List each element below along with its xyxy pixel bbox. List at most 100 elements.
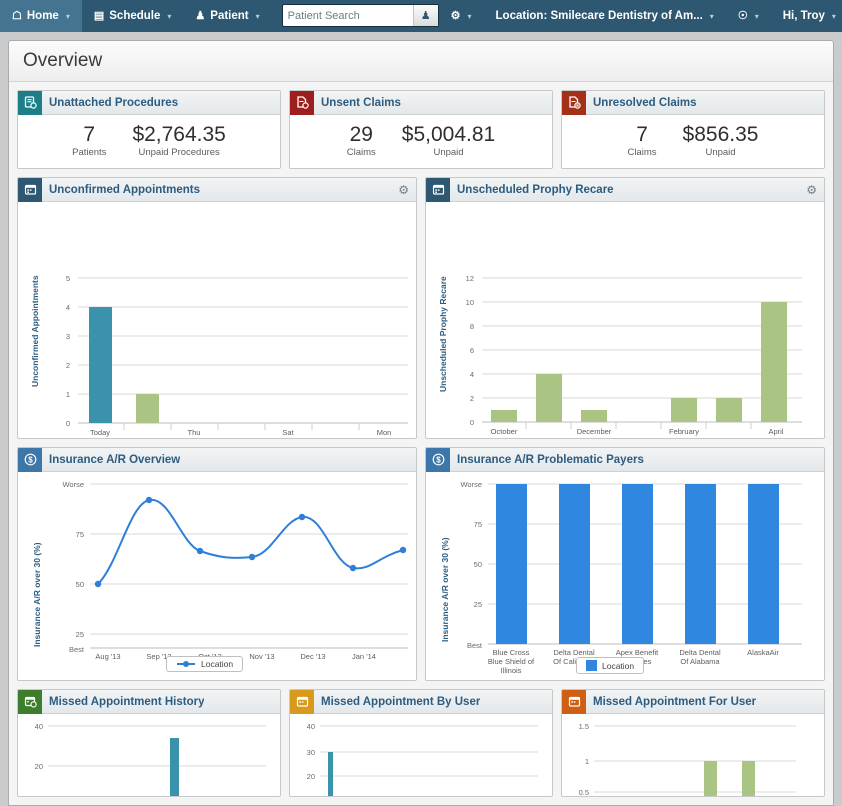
panel-title: Missed Appointment By User — [321, 695, 481, 708]
chart-legend[interactable]: Location — [576, 657, 645, 675]
nav-item-home[interactable]: ☖ Home ▾ — [0, 0, 82, 32]
svg-text:0: 0 — [66, 419, 70, 428]
panel-header: Missed Appointment History — [18, 690, 280, 715]
nav-item-patient[interactable]: ♟ Patient ▾ — [183, 0, 271, 32]
help-menu[interactable]: ☉ ▾ — [726, 0, 771, 32]
chart-missed-appointment-by-user: 40 30 20 — [290, 714, 552, 797]
chart-missed-appointment-history: 40 20 — [18, 714, 280, 797]
patient-search-box[interactable]: ♟ — [281, 4, 439, 27]
chart-insurance-ar-overview: Insurance A/R over 30 (%) Worse 75 50 25… — [18, 472, 416, 680]
gear-icon[interactable]: ⚙ — [806, 183, 817, 197]
bar — [716, 398, 742, 423]
content-card: Overview Unattached Procedures 7 Patient… — [8, 40, 834, 806]
stat-value: 29 — [349, 123, 373, 146]
patient-search-icon[interactable]: ♟ — [412, 5, 438, 26]
stat-value: $2,764.35 — [132, 123, 226, 146]
user-menu[interactable]: Hi, Troy ▾ — [771, 0, 842, 32]
calendar-icon — [426, 178, 450, 202]
panel-unconfirmed-appointments: Unconfirmed Appointments ⚙ Unconfirmed A… — [17, 177, 417, 440]
bar — [748, 484, 779, 645]
y-tick-labels: 12 10 8 6 4 2 0 — [466, 274, 474, 427]
stat-value: 7 — [636, 123, 648, 146]
stat-metric: 7 Patients — [72, 123, 106, 158]
stat-card-unattached-procedures[interactable]: Unattached Procedures 7 Patients $2,764.… — [17, 90, 281, 170]
calendar-icon — [18, 690, 42, 714]
svg-text:Best: Best — [467, 641, 483, 650]
location-selector[interactable]: Location: Smilecare Dentistry of Am... ▾ — [484, 0, 726, 32]
page-container: Overview Unattached Procedures 7 Patient… — [0, 32, 842, 806]
stat-metric: $856.35 Unpaid — [682, 123, 759, 159]
panel-header: $ Insurance A/R Overview — [18, 448, 416, 473]
nav-item-schedule-label: Schedule — [109, 10, 161, 22]
svg-text:50: 50 — [474, 560, 482, 569]
nav-item-schedule[interactable]: ▤ Schedule ▾ — [82, 0, 184, 32]
bar — [496, 484, 527, 645]
panel-missed-appointment-by-user: Missed Appointment By User 40 30 20 — [289, 689, 553, 798]
stat-value: $856.35 — [682, 123, 759, 146]
nav-item-home-label: Home — [26, 10, 59, 22]
y-axis-title: Insurance A/R over 30 (%) — [440, 537, 450, 642]
search-input[interactable] — [282, 5, 413, 26]
y-gridlines — [90, 483, 408, 635]
stat-card-unsent-claims[interactable]: Unsent Claims 29 Claims $5,004.81 Unpaid — [289, 90, 553, 170]
panel-title: Unscheduled Prophy Recare — [457, 183, 614, 196]
chevron-down-icon: ▾ — [467, 11, 472, 21]
bar — [559, 484, 590, 645]
bar — [581, 410, 607, 423]
bar — [136, 394, 159, 424]
bar — [328, 752, 333, 797]
person-icon: ♟ — [195, 9, 206, 22]
top-navigation-right: ⚙ ▾ Location: Smilecare Dentistry of Am.… — [439, 0, 842, 32]
bar — [742, 761, 755, 797]
stat-body: 7 Patients $2,764.35 Unpaid Procedures — [18, 115, 280, 168]
stat-metric: $2,764.35 Unpaid Procedures — [132, 123, 226, 159]
bar — [89, 307, 112, 424]
svg-text:20: 20 — [307, 772, 315, 781]
svg-text:February: February — [669, 427, 699, 436]
panel-header: Unconfirmed Appointments ⚙ — [18, 178, 416, 203]
stats-row: Unattached Procedures 7 Patients $2,764.… — [17, 90, 825, 170]
stat-card-unresolved-claims[interactable]: Unresolved Claims 7 Claims $856.35 Unpai… — [561, 90, 825, 170]
bar — [170, 738, 179, 797]
page-title: Overview — [9, 41, 833, 82]
svg-text:2: 2 — [66, 361, 70, 370]
panel-header: Unattached Procedures — [18, 90, 280, 115]
settings-menu[interactable]: ⚙ ▾ — [439, 0, 484, 32]
panel-header: $ Insurance A/R Problematic Payers — [426, 448, 824, 473]
panel-insurance-ar-problematic-payers: $ Insurance A/R Problematic Payers Insur… — [425, 447, 825, 682]
svg-text:April: April — [768, 427, 783, 436]
y-axis-title: Unconfirmed Appointments — [30, 275, 40, 387]
svg-text:Worse: Worse — [460, 480, 482, 489]
svg-text:40: 40 — [307, 722, 315, 731]
line-series — [97, 499, 404, 585]
svg-text:25: 25 — [474, 600, 482, 609]
stat-label: Unpaid — [705, 147, 736, 159]
chart-missed-appointment-for-user: 1.5 1 0.5 — [562, 714, 824, 797]
x-category-labels: October November December January Februa… — [491, 427, 784, 436]
chart-unscheduled-prophy-recare: Unscheduled Prophy Recare 12 10 8 6 4 2 … — [426, 202, 824, 438]
svg-text:Delta Dental: Delta Dental — [679, 648, 721, 657]
stat-label: Claims — [346, 147, 376, 159]
chart-legend[interactable]: Location — [166, 656, 244, 673]
gear-icon: ⚙ — [450, 9, 461, 22]
svg-text:Blue Shield of: Blue Shield of — [488, 657, 535, 666]
gear-icon[interactable]: ⚙ — [398, 183, 409, 197]
y-gridlines — [78, 277, 408, 395]
stat-label: Unpaid — [433, 147, 464, 159]
data-points — [94, 496, 407, 588]
stat-label: Unpaid Procedures — [138, 147, 220, 159]
calendar-icon — [562, 690, 586, 714]
legend-marker-line — [177, 661, 195, 668]
y-tick-labels: 1.5 1 0.5 — [579, 722, 589, 796]
svg-text:12: 12 — [466, 274, 474, 283]
unsent-claims-icon — [290, 90, 314, 115]
svg-text:25: 25 — [76, 630, 84, 639]
svg-text:Today: Today — [90, 428, 110, 437]
x-tick-marks — [123, 423, 360, 431]
svg-text:Aug '13: Aug '13 — [95, 652, 120, 661]
calendar-icon: ▤ — [93, 9, 105, 22]
panel-title: Unresolved Claims — [593, 96, 697, 109]
svg-text:$: $ — [436, 456, 441, 465]
svg-text:10: 10 — [466, 298, 474, 307]
svg-text:Of Alabama: Of Alabama — [680, 657, 720, 666]
